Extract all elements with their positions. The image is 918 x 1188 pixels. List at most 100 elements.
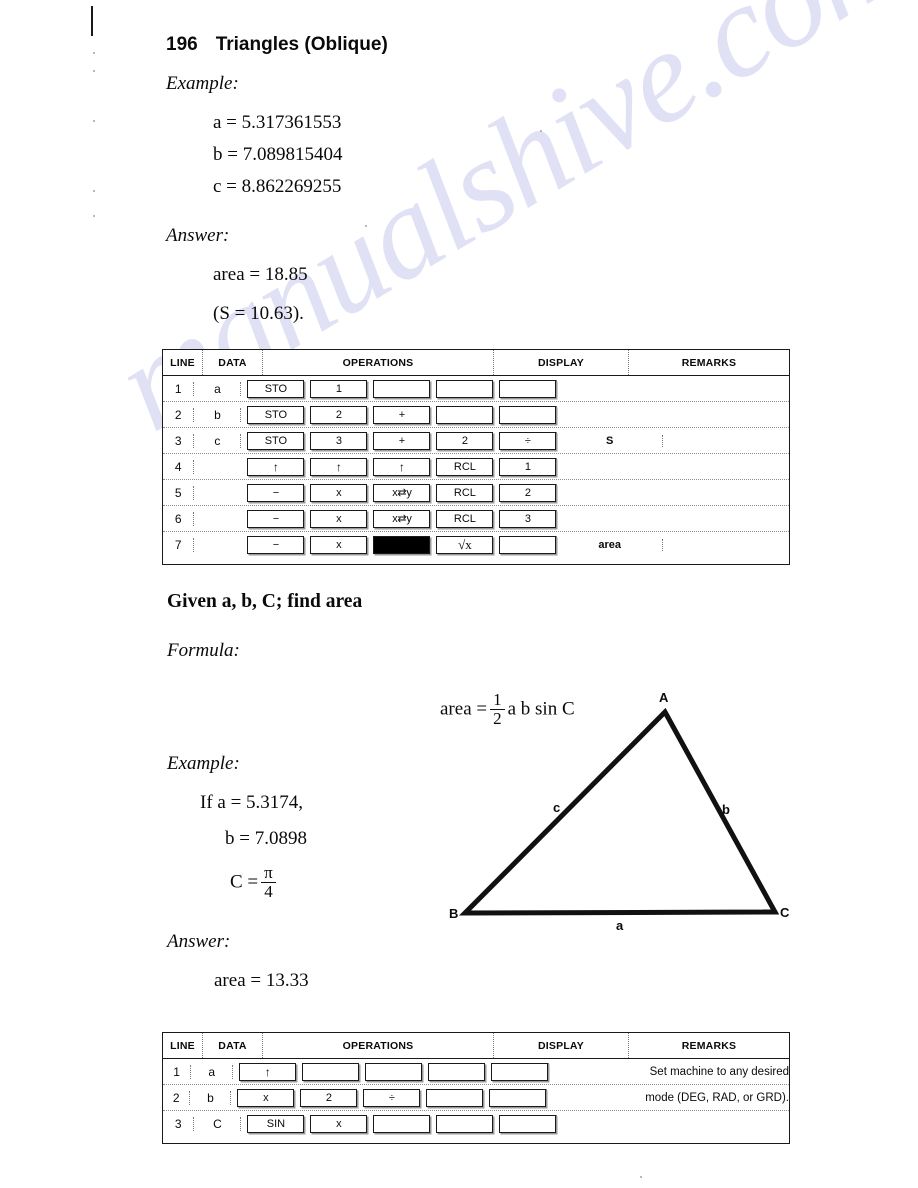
page-title-text: Triangles (Oblique) — [215, 34, 388, 55]
table-row: 3 C SIN x — [163, 1111, 789, 1137]
table-2-col-operations: OPERATIONS — [263, 1033, 494, 1058]
key-minus[interactable]: − — [247, 536, 305, 554]
key-blank[interactable] — [499, 405, 557, 424]
key-blank[interactable] — [436, 1115, 494, 1133]
given-value-c-1: c = 8.862269255 — [213, 176, 342, 197]
table-row: 1 a ↑ Set machine to any desired — [163, 1059, 789, 1085]
key-multiply[interactable]: x — [237, 1088, 295, 1107]
table-1-col-operations: OPERATIONS — [263, 350, 494, 375]
row-operations: − x x⇄y RCL 2 — [241, 483, 558, 502]
table-2-col-remarks: REMARKS — [681, 1039, 737, 1052]
key-divide[interactable]: ÷ — [363, 1088, 421, 1107]
formula-label: Formula: — [167, 640, 240, 661]
key-blank[interactable] — [428, 1062, 486, 1081]
key-square-root-icon: √x — [436, 536, 494, 554]
key-sin[interactable]: SIN — [247, 1115, 305, 1133]
row-data-label: b — [190, 1090, 232, 1105]
given-value-a-1: a = 5.317361553 — [213, 112, 342, 133]
key-3[interactable]: 3 — [310, 431, 368, 450]
table-row: 6 − x x⇄y RCL 3 — [163, 506, 789, 532]
given-value-a-2: If a = 5.3174, — [200, 792, 304, 813]
key-1[interactable]: 1 — [499, 457, 557, 476]
given-c-denominator: 4 — [261, 881, 276, 901]
row-operations: STO 2 + — [241, 405, 558, 424]
example-label-2: Example: — [167, 753, 240, 774]
key-blank[interactable] — [499, 536, 557, 554]
key-rcl[interactable]: RCL — [436, 509, 494, 528]
table-1-col-line: LINE — [163, 350, 203, 375]
scan-speck — [365, 225, 367, 227]
key-blank[interactable] — [436, 379, 494, 398]
scan-speck — [540, 130, 542, 132]
row-display: area — [557, 539, 663, 551]
key-plus[interactable]: + — [373, 405, 431, 424]
key-blank[interactable] — [373, 379, 431, 398]
row-line-number: 5 — [163, 485, 195, 500]
key-sto[interactable]: STO — [247, 379, 305, 398]
scan-speck — [93, 215, 95, 217]
key-multiply[interactable]: x — [310, 509, 368, 528]
scan-artifact-bar — [91, 6, 93, 36]
given-value-b-2: b = 7.0898 — [225, 828, 307, 849]
table-row: 1 a STO 1 — [163, 376, 789, 402]
table-row: 3 c STO 3 + 2 ÷ S — [163, 428, 789, 454]
key-plus[interactable]: + — [373, 431, 431, 450]
row-line-number: 7 — [163, 538, 195, 552]
key-sto[interactable]: STO — [247, 431, 305, 450]
row-display: S — [557, 434, 663, 447]
key-exchange-xy-icon: x⇄y — [373, 483, 431, 502]
key-rcl[interactable]: RCL — [436, 457, 494, 476]
key-blank[interactable] — [499, 1115, 557, 1133]
table-2-col-display: DISPLAY — [494, 1033, 629, 1058]
table-2-header-row: LINE DATA OPERATIONS DISPLAY REMARKS — [163, 1033, 789, 1059]
table-1-header-row: LINE DATA OPERATIONS DISPLAY REMARKS — [163, 350, 789, 376]
key-sto[interactable]: STO — [247, 405, 305, 424]
key-3[interactable]: 3 — [499, 509, 557, 528]
row-line-number: 1 — [163, 381, 195, 396]
row-line-number: 1 — [163, 1064, 192, 1079]
key-enter-up-arrow-icon: ↑ — [310, 457, 368, 476]
key-minus[interactable]: − — [247, 483, 305, 502]
key-blank[interactable] — [499, 379, 557, 398]
page-number: 196 — [166, 34, 198, 55]
given-c-lead: C = — [230, 871, 259, 893]
key-2[interactable]: 2 — [436, 431, 494, 450]
row-line-number: 2 — [163, 1090, 191, 1105]
key-blank[interactable] — [491, 1062, 549, 1081]
scan-speck — [93, 70, 95, 72]
keystroke-table-1: LINE DATA OPERATIONS DISPLAY REMARKS 1 a… — [162, 349, 790, 565]
keystroke-table-2: LINE DATA OPERATIONS DISPLAY REMARKS 1 a… — [162, 1032, 790, 1144]
key-multiply[interactable]: x — [310, 536, 368, 554]
scan-speck — [93, 52, 95, 54]
row-data-label: a — [194, 381, 242, 396]
key-blank[interactable] — [489, 1088, 547, 1107]
key-enter-up-arrow-icon: ↑ — [373, 457, 431, 476]
key-blank[interactable] — [365, 1062, 423, 1081]
key-1[interactable]: 1 — [310, 379, 368, 398]
key-rcl[interactable]: RCL — [436, 483, 494, 502]
table-row: 2 b STO 2 + — [163, 402, 789, 428]
key-blank[interactable] — [302, 1062, 360, 1081]
key-2[interactable]: 2 — [499, 483, 557, 502]
table-1-col-display: DISPLAY — [494, 350, 629, 375]
answer-label-2: Answer: — [167, 931, 231, 952]
table-1-col-remarks: REMARKS — [681, 356, 737, 369]
key-divide[interactable]: ÷ — [499, 431, 557, 450]
triangle-side-c-label: c — [553, 800, 561, 815]
key-multiply[interactable]: x — [310, 1115, 368, 1133]
given-value-c-2: C = π 4 — [230, 864, 279, 902]
key-blank[interactable] — [426, 1088, 484, 1107]
document-page: manualshive.com 196 Triangles (Oblique) E… — [0, 0, 918, 1188]
key-blacked-out[interactable] — [373, 536, 431, 554]
table-row: 5 − x x⇄y RCL 2 — [163, 480, 789, 506]
table-2-col-line: LINE — [163, 1033, 203, 1058]
row-operations: SIN x — [241, 1115, 558, 1133]
triangle-side-a-label: a — [616, 918, 624, 933]
key-minus[interactable]: − — [247, 509, 305, 528]
key-blank[interactable] — [373, 1115, 431, 1133]
key-2[interactable]: 2 — [300, 1088, 358, 1107]
row-line-number: 2 — [163, 407, 195, 422]
key-2[interactable]: 2 — [310, 405, 368, 424]
key-blank[interactable] — [436, 405, 494, 424]
key-multiply[interactable]: x — [310, 483, 368, 502]
